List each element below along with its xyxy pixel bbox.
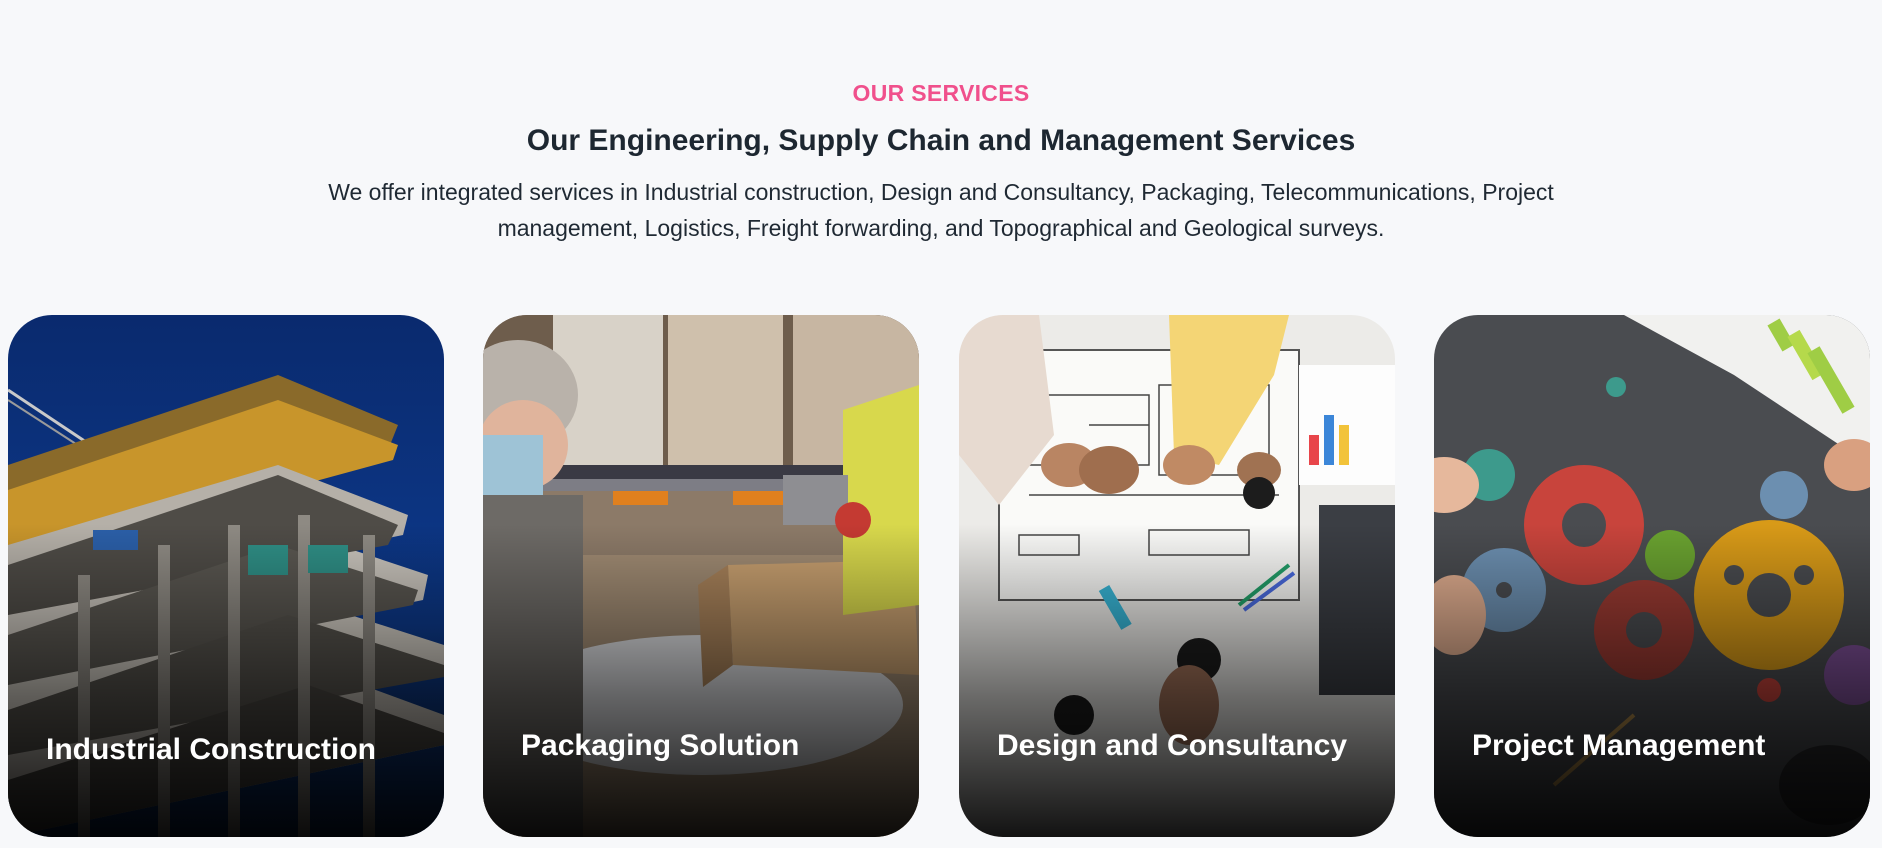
service-card-title: Project Management	[1472, 729, 1766, 762]
services-section: OUR SERVICES Our Engineering, Supply Cha…	[0, 0, 1882, 848]
card-gradient-overlay	[959, 523, 1395, 837]
section-headline: Our Engineering, Supply Chain and Manage…	[526, 124, 1356, 157]
card-gradient-overlay	[8, 523, 444, 837]
section-description: We offer integrated services in Industri…	[328, 179, 1554, 241]
service-card-project-management[interactable]: Project Management	[1434, 315, 1870, 837]
service-card-title: Packaging Solution	[521, 729, 800, 762]
section-eyebrow: OUR SERVICES	[852, 80, 1030, 106]
service-card-packaging-solution[interactable]: Packaging Solution	[483, 315, 919, 837]
card-gradient-overlay	[1434, 523, 1870, 837]
service-card-design-consultancy[interactable]: Design and Consultancy	[959, 315, 1395, 837]
service-card-title: Design and Consultancy	[997, 729, 1348, 762]
service-card-title: Industrial Construction	[46, 733, 376, 766]
card-gradient-overlay	[483, 523, 919, 837]
service-card-industrial-construction[interactable]: Industrial Construction	[8, 315, 444, 837]
